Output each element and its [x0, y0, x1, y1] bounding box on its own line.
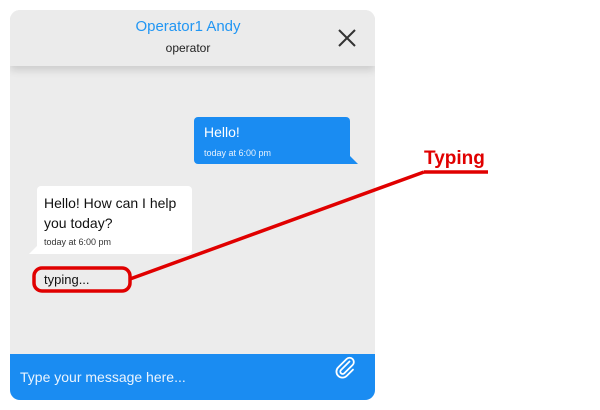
- annotation-label: Typing: [424, 148, 485, 169]
- attach-button[interactable]: [333, 355, 357, 379]
- message-list: Hello! today at 6:00 pm Hello! How can I…: [10, 66, 375, 354]
- message-timestamp: today at 6:00 pm: [44, 237, 112, 247]
- message-timestamp: today at 6:00 pm: [204, 148, 272, 158]
- outgoing-message: Hello! today at 6:00 pm: [194, 117, 358, 164]
- message-composer: [10, 354, 375, 400]
- paperclip-icon: [335, 356, 355, 379]
- operator-name: Operator1 Andy: [135, 18, 241, 35]
- close-icon: [338, 29, 356, 47]
- message-text: Hello! How can I help you today?: [44, 195, 177, 231]
- chat-header: Operator1 Andy operator: [10, 10, 375, 66]
- message-input[interactable]: [20, 367, 330, 387]
- chat-widget: Operator1 Andy operator Hello! today at …: [10, 10, 375, 400]
- close-button[interactable]: [336, 27, 358, 49]
- message-text: Hello!: [204, 124, 240, 140]
- typing-indicator: typing...: [44, 272, 90, 287]
- incoming-message: Hello! How can I help you today? today a…: [29, 186, 192, 254]
- operator-role: operator: [165, 41, 211, 55]
